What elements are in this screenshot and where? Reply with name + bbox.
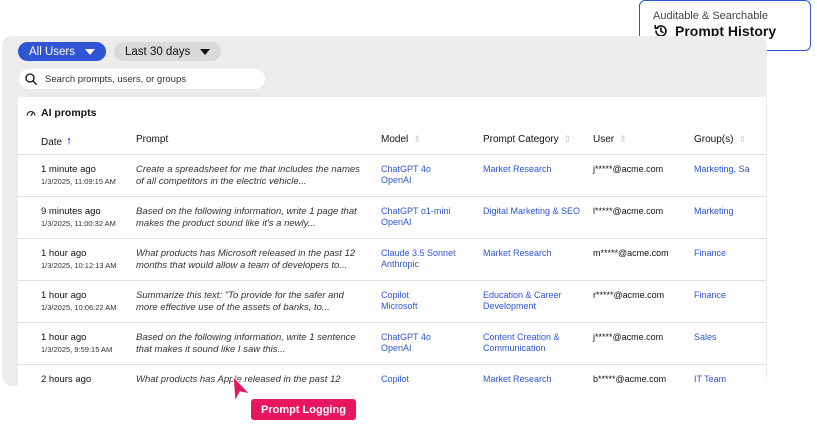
prompt-logging-badge: Prompt Logging <box>251 399 356 420</box>
model-cell[interactable]: Claude 3.5 Sonnet Anthropic <box>381 248 476 270</box>
sort-icon: ⇕ <box>738 134 746 144</box>
absolute-time: 1/3/2025, 11:09:15 AM <box>41 177 116 186</box>
model-cell[interactable]: ChatGPT 4o OpenAI <box>381 332 476 354</box>
sort-icon: ⇕ <box>563 134 572 144</box>
date-cell: 1 hour ago 1/3/2025, 9:59:15 AM <box>41 332 112 355</box>
user-cell: j*****@acme.com <box>593 332 664 342</box>
column-header-group-label: Group(s) <box>694 134 734 145</box>
column-header-date[interactable]: Date 🠕 <box>41 134 71 150</box>
user-cell: l*****@acme.com <box>593 206 664 216</box>
model-provider: Anthropic <box>381 259 420 269</box>
category-cell[interactable]: Market Research <box>483 164 583 175</box>
model-provider: OpenAI <box>381 343 412 353</box>
chevron-down-icon <box>85 48 96 55</box>
prompt-cell: What products has Microsoft released in … <box>136 248 356 271</box>
table-row[interactable]: 1 minute ago 1/3/2025, 11:09:15 AM Creat… <box>18 154 766 196</box>
model-name: Copilot <box>381 290 410 300</box>
model-cell[interactable]: Copilot Microsoft <box>381 290 476 312</box>
column-header-prompt-label: Prompt <box>136 134 169 145</box>
table-row[interactable]: 1 hour ago 1/3/2025, 10:12:13 AM What pr… <box>18 238 766 280</box>
search-box[interactable] <box>19 69 265 89</box>
category-cell[interactable]: Market Research <box>483 248 583 259</box>
table-row[interactable]: 1 hour ago 1/3/2025, 10:06:22 AM Summari… <box>18 280 766 322</box>
sort-icon: ⇕ <box>619 134 627 144</box>
prompt-cell: Summarize this text: "To provide for the… <box>136 290 344 313</box>
category-cell[interactable]: Education & Career Development <box>483 290 583 312</box>
model-name: Copilot <box>381 374 410 384</box>
section-title: AI prompts <box>26 107 96 119</box>
absolute-time: 1/3/2025, 10:12:13 AM <box>41 261 117 270</box>
table-row[interactable]: 1 hour ago 1/3/2025, 9:59:15 AM Based on… <box>18 322 766 364</box>
date-range-label: Last 30 days <box>125 45 191 58</box>
column-header-category-label: Prompt Category <box>483 134 559 145</box>
group-cell[interactable]: IT Team <box>694 374 726 385</box>
chevron-down-icon <box>200 48 211 55</box>
user-cell: b*****@acme.com <box>593 374 667 384</box>
absolute-time: 1/3/2025, 11:00:32 AM <box>41 219 116 228</box>
model-cell[interactable]: Copilot <box>381 374 476 385</box>
model-cell[interactable]: ChatGPT 4o OpenAI <box>381 164 476 186</box>
model-cell[interactable]: ChatGPT o1-mini OpenAI <box>381 206 476 228</box>
category-cell[interactable]: Content Creation & Communication <box>483 332 583 354</box>
users-filter-label: All Users <box>29 45 76 58</box>
group-cell[interactable]: Marketing <box>694 206 734 217</box>
model-name: ChatGPT o1-mini <box>381 206 451 216</box>
model-provider: OpenAI <box>381 175 412 185</box>
search-input[interactable] <box>45 73 245 85</box>
group-cell[interactable]: Finance <box>694 290 726 301</box>
date-cell: 1 hour ago 1/3/2025, 10:12:13 AM <box>41 248 116 271</box>
model-provider: OpenAI <box>381 217 412 227</box>
relative-time: 1 hour ago <box>41 248 87 259</box>
column-header-model[interactable]: Model ⇕ <box>381 134 421 145</box>
group-cell[interactable]: Finance <box>694 248 726 259</box>
column-header-date-label: Date <box>41 136 63 148</box>
model-name: ChatGPT 4o <box>381 164 431 174</box>
relative-time: 9 minutes ago <box>41 206 101 217</box>
date-cell: 2 hours ago <box>41 374 91 386</box>
sort-arrow-up-icon: 🠕 <box>67 136 71 146</box>
search-icon <box>25 73 37 85</box>
absolute-time: 1/3/2025, 9:59:15 AM <box>41 345 113 354</box>
users-filter-dropdown[interactable]: All Users <box>18 42 107 61</box>
page-background <box>0 386 817 424</box>
date-range-dropdown[interactable]: Last 30 days <box>114 42 222 61</box>
date-cell: 1 hour ago 1/3/2025, 10:06:22 AM <box>41 290 116 313</box>
prompt-cell: Based on the following information, writ… <box>136 206 357 229</box>
relative-time: 2 hours ago <box>41 374 92 385</box>
user-cell: j*****@acme.com <box>593 164 664 174</box>
callout-subtitle: Auditable & Searchable <box>653 10 768 22</box>
group-cell[interactable]: Marketing, Sa <box>694 164 750 175</box>
ai-prompts-icon <box>26 110 36 117</box>
column-header-model-label: Model <box>381 134 409 145</box>
absolute-time: 1/3/2025, 10:06:22 AM <box>41 303 117 312</box>
group-cell[interactable]: Sales <box>694 332 717 343</box>
prompt-cell: Based on the following information, writ… <box>136 332 356 355</box>
sort-icon: ⇕ <box>413 134 421 144</box>
user-cell: m*****@acme.com <box>593 248 669 258</box>
filter-bar: All Users Last 30 days <box>18 42 222 61</box>
category-cell[interactable]: Digital Marketing & SEO <box>483 206 583 217</box>
relative-time: 1 hour ago <box>41 332 87 343</box>
model-name: Claude 3.5 Sonnet <box>381 248 456 258</box>
column-header-prompt: Prompt <box>136 134 168 145</box>
section-title-text: AI prompts <box>41 107 97 119</box>
model-provider: Microsoft <box>381 301 418 311</box>
table-row[interactable]: 9 minutes ago 1/3/2025, 11:00:32 AM Base… <box>18 196 766 238</box>
model-name: ChatGPT 4o <box>381 332 431 342</box>
relative-time: 1 hour ago <box>41 290 87 301</box>
column-header-user-label: User <box>593 134 615 145</box>
user-cell: r*****@acme.com <box>593 290 665 300</box>
column-header-user[interactable]: User ⇕ <box>593 134 627 145</box>
category-cell[interactable]: Market Research <box>483 374 583 385</box>
prompts-table: AI prompts Date 🠕 Prompt Model ⇕ Prompt … <box>18 97 766 397</box>
column-header-category[interactable]: Prompt Category ⇕ <box>483 134 571 145</box>
date-cell: 1 minute ago 1/3/2025, 11:09:15 AM <box>41 164 116 187</box>
relative-time: 1 minute ago <box>41 164 96 175</box>
date-cell: 9 minutes ago 1/3/2025, 11:00:32 AM <box>41 206 116 229</box>
prompt-cell: Create a spreadsheet for me that include… <box>136 164 360 187</box>
column-header-group[interactable]: Group(s) ⇕ <box>694 134 746 145</box>
